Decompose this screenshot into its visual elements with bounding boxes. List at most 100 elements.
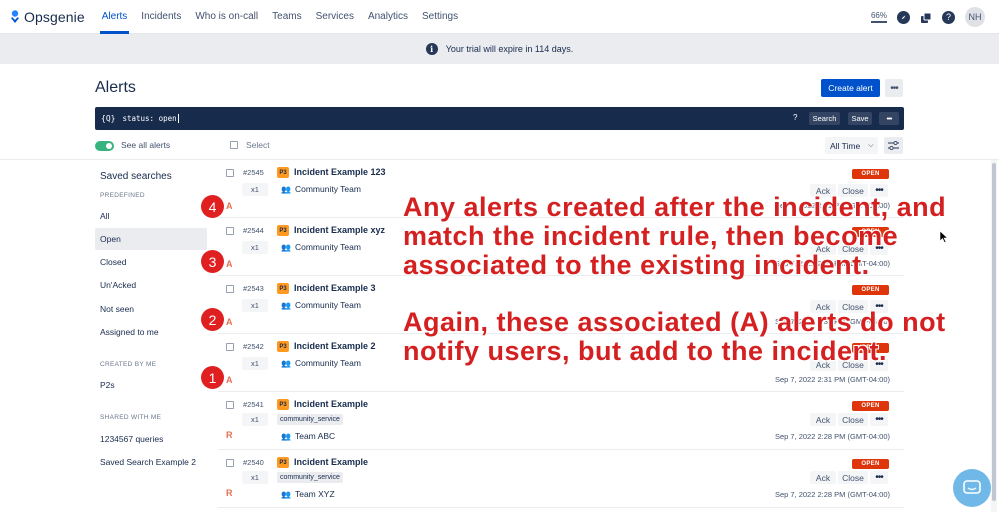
help-icon[interactable]: ? <box>942 10 955 24</box>
search-button[interactable]: Search <box>809 112 840 125</box>
user-avatar[interactable]: NH <box>965 7 985 27</box>
association-letter: R <box>226 488 233 498</box>
alert-tiny-id: #2540 <box>243 458 264 467</box>
scrollbar-thumb[interactable] <box>992 163 996 501</box>
status-badge: OPEN <box>852 401 889 411</box>
nav-analytics[interactable]: Analytics <box>361 0 415 34</box>
sidebar-item-shared-1[interactable]: 1234567 queries <box>95 428 207 450</box>
nav-services[interactable]: Services <box>309 0 361 34</box>
association-letter: A <box>226 317 233 327</box>
nav-teams[interactable]: Teams <box>265 0 308 34</box>
alert-message[interactable]: Incident Example 2 <box>294 341 376 351</box>
alert-checkbox[interactable] <box>226 169 234 177</box>
alert-date: Sep 7, 2022 2:31 PM (GMT-04:00) <box>774 375 890 384</box>
apps-icon[interactable] <box>920 11 932 23</box>
ack-button[interactable]: Ack <box>810 413 836 426</box>
section-created-by-me: CREATED BY ME <box>100 361 157 368</box>
team-name: Community Team <box>294 358 361 368</box>
zoom-indicator[interactable]: 66% <box>870 11 887 23</box>
alert-count: x1 <box>242 299 268 312</box>
alert-team: 👥 Community Team <box>281 358 361 368</box>
alert-message[interactable]: Incident Example xyz <box>294 225 385 235</box>
alert-tag: community_service <box>277 472 343 483</box>
query-more-button[interactable]: ••• <box>879 112 899 125</box>
section-shared-with-me: SHARED WITH ME <box>100 414 162 421</box>
list-scrollbar[interactable] <box>991 160 997 512</box>
alert-row[interactable]: #2540 x1 P3 Incident Example community_s… <box>218 450 904 508</box>
row-more-button[interactable]: ••• <box>870 413 888 426</box>
sidebar-item-shared-2[interactable]: Saved Search Example 2 <box>95 451 207 473</box>
team-icon: 👥 <box>281 489 291 499</box>
alert-message[interactable]: Incident Example 3 <box>294 283 376 293</box>
nav-incidents[interactable]: Incidents <box>134 0 188 34</box>
close-button[interactable]: Close <box>838 413 868 426</box>
alert-message[interactable]: Incident Example <box>294 457 368 467</box>
team-icon: 👥 <box>281 431 291 441</box>
filter-settings-button[interactable] <box>884 137 903 154</box>
alert-checkbox[interactable] <box>226 401 234 409</box>
nav-alerts[interactable]: Alerts <box>95 0 135 34</box>
alert-date: Sep 7, 2022 2:28 PM (GMT-04:00) <box>774 432 890 441</box>
annotation-line-5: notify users, but add to the incident. <box>403 336 888 366</box>
close-button[interactable]: Close <box>838 471 868 484</box>
annotation-number-4: 4 <box>201 195 224 218</box>
priority-badge: P3 <box>277 457 289 468</box>
query-help-button[interactable]: ? <box>793 113 797 122</box>
alert-message[interactable]: Incident Example <box>294 399 368 409</box>
create-alert-button[interactable]: Create alert <box>821 79 880 97</box>
alert-row[interactable]: #2541 x1 P3 Incident Example community_s… <box>218 392 904 450</box>
see-all-alerts-toggle[interactable] <box>95 141 114 151</box>
sidebar-item-all[interactable]: All <box>95 205 207 227</box>
alert-message[interactable]: Incident Example 123 <box>294 167 386 177</box>
alert-checkbox[interactable] <box>226 343 234 351</box>
sidebar-item-assigned-to-me[interactable]: Assigned to me <box>95 321 207 343</box>
annotation-number-3: 3 <box>201 250 224 273</box>
save-search-button[interactable]: Save <box>848 112 872 125</box>
team-icon: 👥 <box>281 358 291 368</box>
alert-tiny-id: #2543 <box>243 284 264 293</box>
trial-banner: i Your trial will expire in 114 days. <box>0 34 999 64</box>
sliders-icon <box>888 141 899 150</box>
alert-checkbox[interactable] <box>226 459 234 467</box>
priority-badge: P3 <box>277 225 289 236</box>
team-name: Community Team <box>294 184 361 194</box>
select-all-checkbox[interactable] <box>230 141 238 149</box>
row-more-button[interactable]: ••• <box>870 471 888 484</box>
nav-who-is-on-call[interactable]: Who is on-call <box>188 0 265 34</box>
alert-count: x1 <box>242 471 268 484</box>
alert-team: 👥 Team XYZ <box>281 489 335 499</box>
page-more-button[interactable]: ••• <box>885 79 903 97</box>
sidebar-item-unacked[interactable]: Un'Acked <box>95 274 207 296</box>
text-cursor <box>177 114 179 123</box>
time-filter-dropdown[interactable]: All Time ⌵ <box>825 137 878 154</box>
alert-team: 👥 Community Team <box>281 242 361 252</box>
sidebar-item-open[interactable]: Open <box>95 228 207 250</box>
opsgenie-logo[interactable]: Opsgenie <box>10 9 85 25</box>
association-letter: R <box>226 430 233 440</box>
alert-checkbox[interactable] <box>226 227 234 235</box>
alert-tiny-id: #2542 <box>243 342 264 351</box>
select-label: Select <box>246 140 270 150</box>
nav-settings[interactable]: Settings <box>415 0 465 34</box>
compass-icon[interactable] <box>897 10 910 24</box>
sidebar-item-closed[interactable]: Closed <box>95 251 207 273</box>
annotation-number-1: 1 <box>201 366 224 389</box>
info-icon: i <box>425 43 438 55</box>
alert-team: 👥 Community Team <box>281 184 361 194</box>
sidebar-item-not-seen[interactable]: Not seen <box>95 298 207 320</box>
mouse-cursor-icon <box>940 231 948 243</box>
priority-badge: P3 <box>277 399 289 410</box>
sidebar-item-p2s[interactable]: P2s <box>95 374 207 396</box>
team-icon: 👥 <box>281 184 291 194</box>
team-name: Team ABC <box>294 431 336 441</box>
alert-checkbox[interactable] <box>226 285 234 293</box>
annotation-line-3: associated to the existing incident. <box>403 250 870 280</box>
annotation-line-4: Again, these associated (A) alerts do no… <box>403 307 946 337</box>
query-syntax-icon[interactable]: {Q} <box>101 114 115 123</box>
team-icon: 👥 <box>281 300 291 310</box>
alert-tiny-id: #2545 <box>243 168 264 177</box>
ack-button[interactable]: Ack <box>810 471 836 484</box>
team-icon: 👥 <box>281 242 291 252</box>
chat-widget-button[interactable] <box>953 469 991 507</box>
query-input[interactable]: status: open <box>122 114 176 123</box>
